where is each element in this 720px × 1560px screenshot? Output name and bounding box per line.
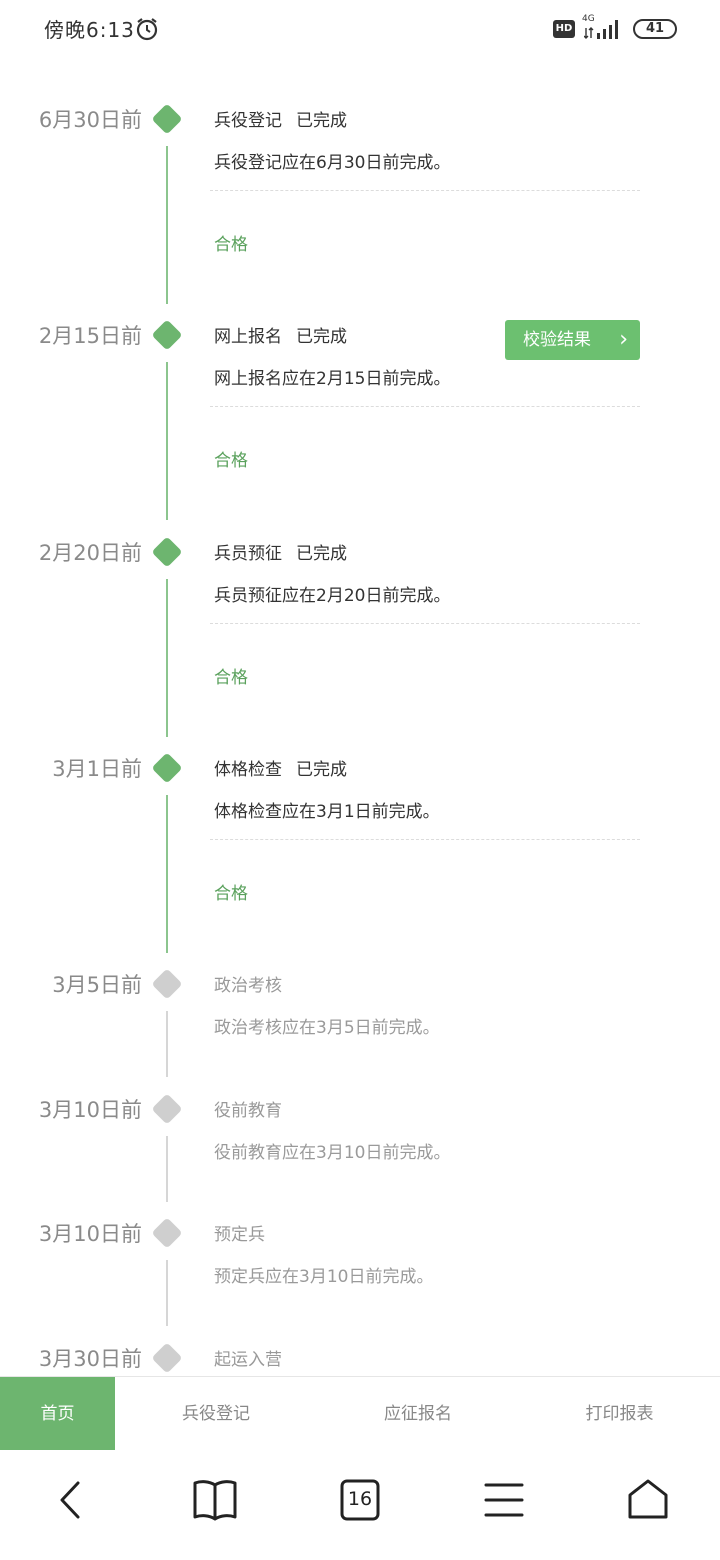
timeline-connector (166, 1136, 168, 1202)
step-deadline: 6月30日前 (38, 108, 142, 132)
step-description: 体格检查应在3月1日前完成。 (214, 802, 440, 822)
divider (210, 839, 640, 840)
step-pending-marker (151, 968, 183, 1000)
step-result: 合格 (214, 884, 248, 904)
tabs-button[interactable]: 16 (330, 1475, 390, 1525)
step-title: 兵员预征 已完成 (214, 544, 347, 564)
step-status: 已完成 (296, 760, 347, 780)
step-description: 网上报名应在2月15日前完成。 (214, 369, 451, 389)
tab-count: 16 (347, 1488, 373, 1510)
timeline-connector (166, 362, 168, 520)
step-result: 合格 (214, 451, 248, 471)
step-deadline: 3月5日前 (52, 973, 142, 997)
step-complete-marker (151, 103, 183, 135)
progress-timeline: 6月30日前 兵役登记 已完成 兵役登记应在6月30日前完成。 合格 2月15日前… (0, 0, 720, 1376)
step-status: 已完成 (296, 111, 347, 131)
step-description: 役前教育应在3月10日前完成。 (214, 1143, 451, 1163)
timeline-connector (166, 1011, 168, 1077)
step-title: 预定兵 (214, 1225, 265, 1245)
step-pending-marker (151, 1342, 183, 1374)
step-complete-marker (151, 319, 183, 351)
step-title: 网上报名 已完成 (214, 327, 347, 347)
step-status: 已完成 (296, 327, 347, 347)
step-description: 兵役登记应在6月30日前完成。 (214, 153, 451, 173)
step-title: 起运入营 (214, 1350, 282, 1370)
step-title: 体格检查 已完成 (214, 760, 347, 780)
timeline-connector (166, 795, 168, 953)
back-icon[interactable] (40, 1475, 100, 1525)
step-title: 政治考核 (214, 976, 282, 996)
bottom-tab-bar: 首页 兵役登记 应征报名 打印报表 (0, 1376, 720, 1451)
step-pending-marker (151, 1217, 183, 1249)
step-title: 兵役登记 已完成 (214, 111, 347, 131)
step-status: 已完成 (296, 544, 347, 564)
step-title: 役前教育 (214, 1101, 282, 1121)
browser-toolbar: 16 (0, 1450, 720, 1560)
tab-home[interactable]: 首页 (0, 1377, 115, 1451)
timeline-connector (166, 1260, 168, 1326)
timeline-connector (166, 579, 168, 737)
step-pending-marker (151, 1093, 183, 1125)
divider (210, 406, 640, 407)
step-deadline: 2月20日前 (38, 541, 142, 565)
divider (210, 190, 640, 191)
step-deadline: 2月15日前 (38, 324, 142, 348)
menu-icon[interactable] (474, 1475, 534, 1525)
step-result: 合格 (214, 668, 248, 688)
step-deadline: 3月10日前 (38, 1222, 142, 1246)
step-deadline: 3月10日前 (38, 1098, 142, 1122)
tab-print-report[interactable]: 打印报表 (519, 1377, 720, 1451)
check-result-button[interactable]: 校验结果 › (505, 320, 640, 360)
timeline-connector (166, 146, 168, 304)
step-description: 政治考核应在3月5日前完成。 (214, 1018, 440, 1038)
tab-enlistment-signup[interactable]: 应征报名 (317, 1377, 519, 1451)
step-complete-marker (151, 536, 183, 568)
divider (210, 623, 640, 624)
step-complete-marker (151, 752, 183, 784)
step-deadline: 3月30日前 (38, 1347, 142, 1371)
home-icon[interactable] (618, 1475, 678, 1525)
bookmarks-icon[interactable] (185, 1475, 245, 1525)
step-description: 预定兵应在3月10日前完成。 (214, 1267, 434, 1287)
step-deadline: 3月1日前 (52, 757, 142, 781)
step-description: 兵员预征应在2月20日前完成。 (214, 586, 451, 606)
tab-military-registration[interactable]: 兵役登记 (115, 1377, 317, 1451)
step-result: 合格 (214, 235, 248, 255)
chevron-right-icon: › (619, 327, 628, 352)
